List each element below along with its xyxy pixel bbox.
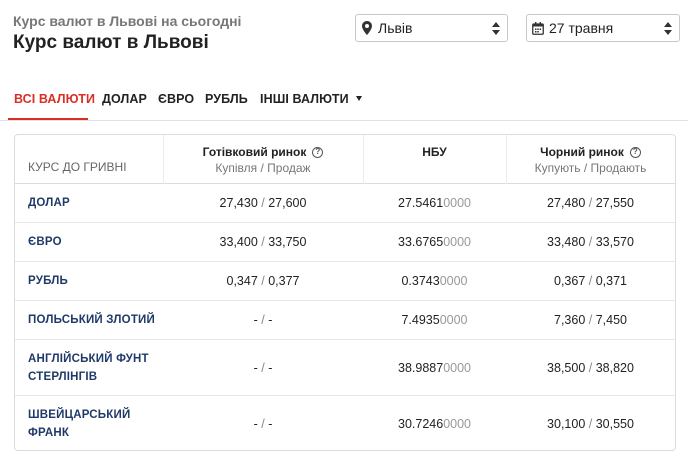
black-sell: 30,550 (595, 417, 634, 431)
caret-down-icon (355, 96, 362, 102)
page-subtitle: Курс валют в Львові на сьогодні (13, 13, 242, 29)
table-row: ПОЛЬСЬКИЙ ЗЛОТИЙ - / - 7.4935 0000 7,360 / 7… (15, 301, 675, 340)
cash-sell: - (268, 313, 273, 327)
cash-sell: - (268, 417, 273, 431)
nbu-rate-tail: 0000 (439, 313, 468, 327)
cash-buy: 27,430 (219, 196, 258, 210)
table-row: РУБЛЬ 0,347 / 0,377 0.3743 0000 0,367 / 0,37… (15, 262, 675, 301)
black-buy: 38,500 (547, 360, 586, 375)
black-market-rate: 33,480 / 33,570 (547, 235, 634, 249)
black-sell: 0,371 (595, 274, 627, 288)
currency-name[interactable]: РУБЛЬ (28, 262, 168, 300)
cash-rate: - / - (253, 417, 273, 431)
black-sell: 38,820 (595, 360, 634, 375)
black-buy: 0,367 (554, 274, 586, 288)
currency-name[interactable]: ПОЛЬСЬКИЙ ЗЛОТИЙ (28, 301, 168, 339)
currency-name[interactable]: ДОЛАР (28, 184, 168, 222)
nbu-rate: 7.4935 0000 (363, 301, 506, 339)
nbu-rate: 27.5461 0000 (363, 184, 506, 222)
select-arrows-icon (489, 21, 503, 35)
black-sell: 7,450 (595, 313, 627, 327)
table-row: АНГЛІЙСЬКИЙ ФУНТ СТЕРЛІНГІВ - / - 38.9887 0… (15, 340, 675, 396)
tab-all-currencies[interactable]: ВСІ ВАЛЮТИ (14, 92, 95, 106)
currency-name[interactable]: ЄВРО (28, 223, 168, 261)
cash-rate: 33,400 / 33,750 (219, 235, 307, 249)
nbu-rate-main: 27.5461 (398, 196, 444, 210)
cash-sell: 33,750 (268, 235, 307, 249)
nbu-rate-main: 0.3743 (401, 274, 440, 288)
column-header-nbu: НБУ (363, 144, 506, 160)
select-arrows-icon (661, 21, 675, 35)
currency-tabs: ВСІ ВАЛЮТИ ДОЛАР ЄВРО РУБЛЬ ІНШІ ВАЛЮТИ (0, 86, 688, 120)
black-market-rate: 30,100 / 30,550 (547, 417, 634, 431)
date-select[interactable]: 27 травня (526, 14, 680, 42)
row-header-label: КУРС ДО ГРИВНІ (28, 160, 127, 174)
cash-buy: 33,400 (219, 235, 258, 249)
black-market-rate: 0,367 / 0,371 (554, 274, 627, 288)
tab-euro[interactable]: ЄВРО (158, 92, 194, 106)
currency-name[interactable]: ШВЕЙЦАРСЬКИЙ ФРАНК (28, 396, 168, 450)
column-title: НБУ (422, 145, 447, 159)
black-market-rate: 38,500 / 38,820 (547, 360, 634, 375)
black-buy: 7,360 (554, 313, 586, 327)
table-row: ШВЕЙЦАРСЬКИЙ ФРАНК - / - 30.7246 0000 30,100… (15, 396, 675, 450)
table-header: КУРС ДО ГРИВНІ Готівковий ринок? Купівля… (15, 135, 675, 184)
cash-rate: - / - (253, 360, 273, 375)
column-header-black-market: Чорний ринок? Купують / Продають (506, 144, 675, 175)
currency-name[interactable]: АНГЛІЙСЬКИЙ ФУНТ СТЕРЛІНГІВ (28, 340, 168, 395)
nbu-rate: 38.9887 0000 (363, 340, 506, 395)
page-title: Курс валют в Львові (13, 32, 209, 53)
cash-rate: - / - (253, 313, 273, 327)
table-row: ДОЛАР 27,430 / 27,600 27.5461 0000 27,480 / … (15, 184, 675, 223)
nbu-rate-tail: 0000 (443, 417, 471, 431)
tab-dollar[interactable]: ДОЛАР (102, 92, 147, 106)
cash-rate: 0,347 / 0,377 (226, 274, 300, 288)
column-title: Чорний ринок (540, 145, 624, 159)
table-row: ЄВРО 33,400 / 33,750 33.6765 0000 33,480 / 3… (15, 223, 675, 262)
cash-sell: 0,377 (268, 274, 300, 288)
black-market-rate: 7,360 / 7,450 (554, 313, 627, 327)
nbu-rate-main: 33.6765 (398, 235, 444, 249)
nbu-rate-main: 38.9887 (398, 360, 444, 375)
exchange-rate-table: КУРС ДО ГРИВНІ Готівковий ринок? Купівля… (14, 134, 676, 451)
nbu-rate: 30.7246 0000 (363, 396, 506, 450)
nbu-rate-tail: 0000 (443, 196, 471, 210)
city-select-value: Львів (378, 20, 413, 36)
black-sell: 33,570 (595, 235, 634, 249)
black-buy: 27,480 (547, 196, 586, 210)
cash-rate: 27,430 / 27,600 (219, 196, 307, 210)
tab-ruble[interactable]: РУБЛЬ (205, 92, 248, 106)
map-pin-icon (356, 21, 378, 35)
nbu-rate-tail: 0000 (443, 360, 471, 375)
black-market-rate: 27,480 / 27,550 (547, 196, 634, 210)
black-sell: 27,550 (595, 196, 634, 210)
tab-other-currencies-label: ІНШІ ВАЛЮТИ (260, 92, 349, 106)
nbu-rate-main: 7.4935 (401, 313, 440, 327)
tabs-divider (0, 120, 688, 121)
nbu-rate-tail: 0000 (439, 274, 468, 288)
column-header-cash: Готівковий ринок? Купівля / Продаж (163, 144, 363, 175)
black-buy: 30,100 (547, 417, 586, 431)
nbu-rate: 0.3743 0000 (363, 262, 506, 300)
column-subtitle: Купівля / Продаж (215, 161, 311, 175)
nbu-rate-tail: 0000 (443, 235, 471, 249)
tab-other-currencies[interactable]: ІНШІ ВАЛЮТИ (260, 92, 362, 106)
cash-sell: - (268, 360, 273, 375)
help-icon[interactable]: ? (312, 146, 324, 158)
cash-sell: 27,600 (268, 196, 307, 210)
calendar-icon (527, 21, 549, 35)
column-title: Готівковий ринок (202, 145, 307, 159)
date-select-value: 27 травня (549, 20, 614, 36)
column-subtitle: Купують / Продають (534, 161, 647, 175)
nbu-rate: 33.6765 0000 (363, 223, 506, 261)
black-buy: 33,480 (547, 235, 586, 249)
help-icon[interactable]: ? (629, 146, 641, 158)
cash-buy: 0,347 (226, 274, 258, 288)
nbu-rate-main: 30.7246 (398, 417, 444, 431)
city-select[interactable]: Львів (355, 14, 508, 42)
